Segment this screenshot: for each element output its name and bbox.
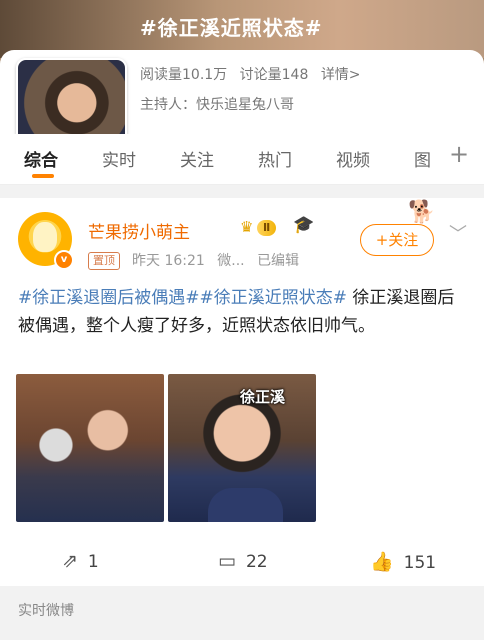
post-card: v 芒果捞小萌主 ♛ Ⅱ 🎓 置顶 昨天 16:21 微... 已编辑 🐕 +关…	[0, 198, 484, 586]
topic-stats: 阅读量10.1万 讨论量148 详情>	[140, 64, 369, 84]
post-source: 微...	[217, 253, 245, 269]
like-count: 151	[403, 553, 437, 573]
share-icon: ⇗	[62, 550, 78, 572]
realtime-weibo-label: 实时微博	[18, 603, 74, 619]
discuss-count: 讨论量148	[239, 67, 309, 83]
graduation-cap-icon: 🎓	[293, 215, 315, 235]
comment-count: 22	[245, 552, 268, 572]
photo-caption: 徐正溪	[240, 388, 286, 406]
share-count: 1	[87, 552, 99, 572]
post-username[interactable]: 芒果捞小萌主	[88, 218, 190, 243]
post-meta: 昨天 16:21 微... 已编辑	[132, 250, 307, 270]
like-button[interactable]: 👍 151	[370, 550, 436, 573]
avatar-face	[33, 222, 57, 252]
details-link[interactable]: 详情>	[321, 67, 361, 83]
read-count: 阅读量10.1万	[140, 67, 228, 83]
follow-button[interactable]: +关注	[360, 224, 434, 256]
tab-video[interactable]: 视频	[336, 146, 370, 171]
hashtag-link-2[interactable]: #徐正溪近照状态#	[200, 288, 348, 308]
tab-following[interactable]: 关注	[180, 146, 214, 171]
thumbs-up-icon: 👍	[370, 551, 394, 573]
topic-host[interactable]: 主持人：快乐追星兔八哥	[140, 94, 294, 114]
active-tab-indicator	[32, 174, 54, 178]
comment-icon: ▭	[218, 550, 236, 572]
level-badge: Ⅱ	[257, 220, 277, 236]
tab-realtime[interactable]: 实时	[102, 146, 136, 171]
post-content: #徐正溪退圈后被偶遇##徐正溪近照状态# 徐正溪退圈后被偶遇，整个人瘦了好多，近…	[18, 284, 466, 340]
tab-comprehensive[interactable]: 综合	[24, 146, 58, 171]
verified-badge: v	[54, 250, 74, 270]
chevron-down-icon[interactable]: ﹀	[449, 220, 467, 246]
tab-hot[interactable]: 热门	[258, 146, 292, 171]
plus-icon[interactable]: +	[449, 140, 469, 168]
hashtag-link-1[interactable]: #徐正溪退圈后被偶遇#	[18, 288, 200, 308]
photo-jersey-shape	[208, 488, 283, 522]
post-photo-1[interactable]	[16, 374, 164, 522]
topic-title: #徐正溪近照状态#	[140, 16, 323, 40]
crown-icon: ♛	[240, 218, 254, 236]
tab-image[interactable]: 图	[414, 146, 431, 171]
edited-label[interactable]: 已编辑	[257, 253, 299, 269]
tab-bar: 综合 实时 关注 热门 视频 图	[0, 134, 484, 185]
comment-button[interactable]: ▭ 22	[218, 550, 268, 572]
share-button[interactable]: ⇗ 1	[62, 550, 99, 572]
post-photo-2[interactable]: 徐正溪	[168, 374, 316, 522]
pinned-badge: 置顶	[88, 252, 120, 270]
footer-bar: 实时微博	[0, 586, 484, 640]
post-time: 昨天 16:21	[132, 253, 205, 269]
dog-icon: 🐕	[408, 200, 436, 225]
